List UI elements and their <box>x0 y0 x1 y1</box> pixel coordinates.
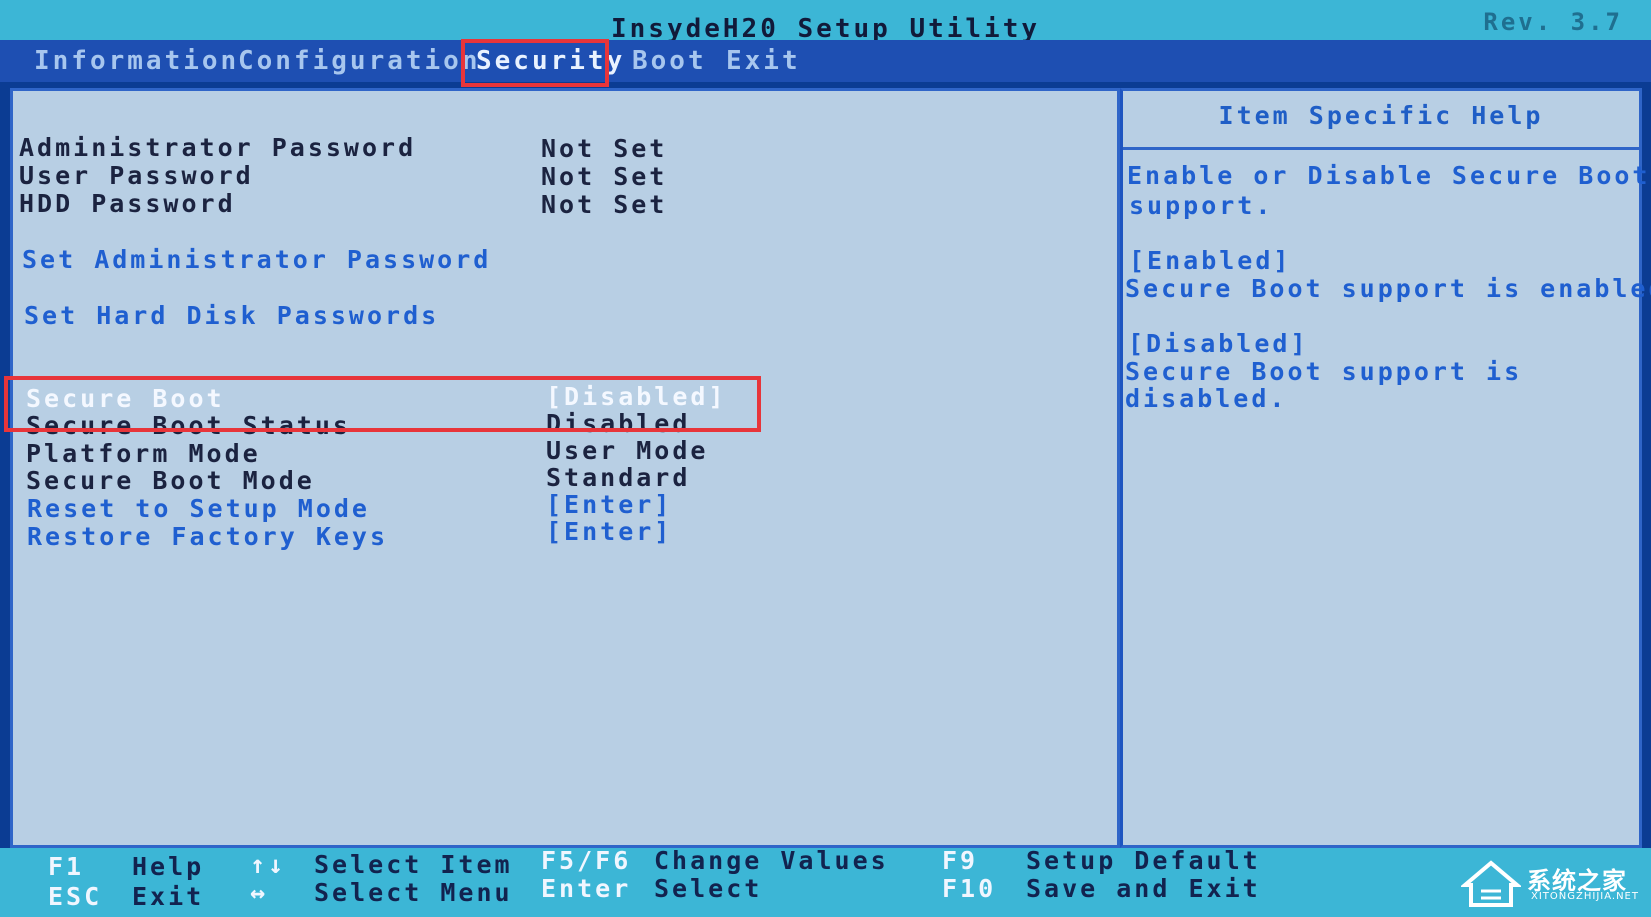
menu-bar: Information Configuration Security Boot … <box>0 40 1651 82</box>
f9-desc: Setup Default <box>1026 846 1261 875</box>
restore-factory-keys-value[interactable]: [Enter] <box>546 517 672 546</box>
esc-desc: Exit <box>132 882 205 911</box>
house-logo-icon <box>1459 860 1523 907</box>
reset-setup-mode-value[interactable]: [Enter] <box>546 490 672 519</box>
key-legend-bar: F1 Help ESC Exit ↑↓ Select Item ↔ Select… <box>0 846 1651 917</box>
admin-password-label: Administrator Password <box>19 133 417 162</box>
leftright-desc: Select Menu <box>314 878 513 907</box>
set-hdd-passwords-item[interactable]: Set Hard Disk Passwords <box>24 301 439 330</box>
f5f6-key: F5/F6 <box>541 846 632 875</box>
help-line: disabled. <box>1125 384 1288 413</box>
user-password-value: Not Set <box>541 162 668 191</box>
user-password-label: User Password <box>19 161 254 190</box>
restore-factory-keys-item[interactable]: Restore Factory Keys <box>27 522 388 551</box>
leftright-arrow-icon: ↔ <box>250 878 269 907</box>
help-divider <box>1123 147 1639 150</box>
settings-panel: Administrator Password Not Set User Pass… <box>10 88 1120 848</box>
tab-boot[interactable]: Boot <box>632 46 707 76</box>
watermark-site: XITONGZHIJIA.NET <box>1531 891 1639 902</box>
f9-key: F9 <box>942 846 979 875</box>
f1-desc: Help <box>132 852 205 881</box>
hdd-password-label: HDD Password <box>19 189 236 218</box>
help-line: Enable or Disable Secure Boot <box>1127 161 1651 190</box>
help-line: [Disabled] <box>1128 329 1309 358</box>
f1-key: F1 <box>48 852 85 881</box>
updown-arrow-icon: ↑↓ <box>250 850 287 879</box>
hdd-password-value: Not Set <box>541 190 668 219</box>
secure-boot-mode-label: Secure Boot Mode <box>26 466 315 495</box>
set-admin-password-item[interactable]: Set Administrator Password <box>22 245 491 274</box>
admin-password-value: Not Set <box>541 134 668 163</box>
tab-exit[interactable]: Exit <box>726 46 801 76</box>
tab-configuration[interactable]: Configuration <box>238 46 481 76</box>
watermark-logo: 系统之家 XITONGZHIJIA.NET <box>1459 855 1641 911</box>
platform-mode-value: User Mode <box>546 436 709 465</box>
tab-information[interactable]: Information <box>34 46 239 76</box>
revision-label: Rev. 3.7 <box>1483 8 1623 36</box>
f5f6-desc: Change Values <box>654 846 889 875</box>
help-line: Secure Boot support is enabled. <box>1125 274 1651 303</box>
esc-key: ESC <box>48 882 103 911</box>
platform-mode-label: Platform Mode <box>26 439 261 468</box>
help-title: Item Specific Help <box>1218 101 1544 130</box>
help-line: support. <box>1129 191 1274 220</box>
help-line: Secure Boot support is <box>1125 357 1523 386</box>
help-panel: Item Specific Help Enable or Disable Sec… <box>1120 88 1651 848</box>
help-line: [Enabled] <box>1129 246 1292 275</box>
title-bar: InsydeH20 Setup Utility Rev. 3.7 <box>0 0 1651 44</box>
security-tab-highlight <box>461 39 609 87</box>
enter-desc: Select <box>654 874 763 903</box>
reset-setup-mode-item[interactable]: Reset to Setup Mode <box>27 494 370 523</box>
secure-boot-mode-value: Standard <box>546 463 691 492</box>
updown-desc: Select Item <box>314 850 513 879</box>
secure-boot-highlight <box>4 376 761 432</box>
f10-key: F10 <box>942 874 997 903</box>
f10-desc: Save and Exit <box>1026 874 1261 903</box>
enter-key: Enter <box>541 874 632 903</box>
